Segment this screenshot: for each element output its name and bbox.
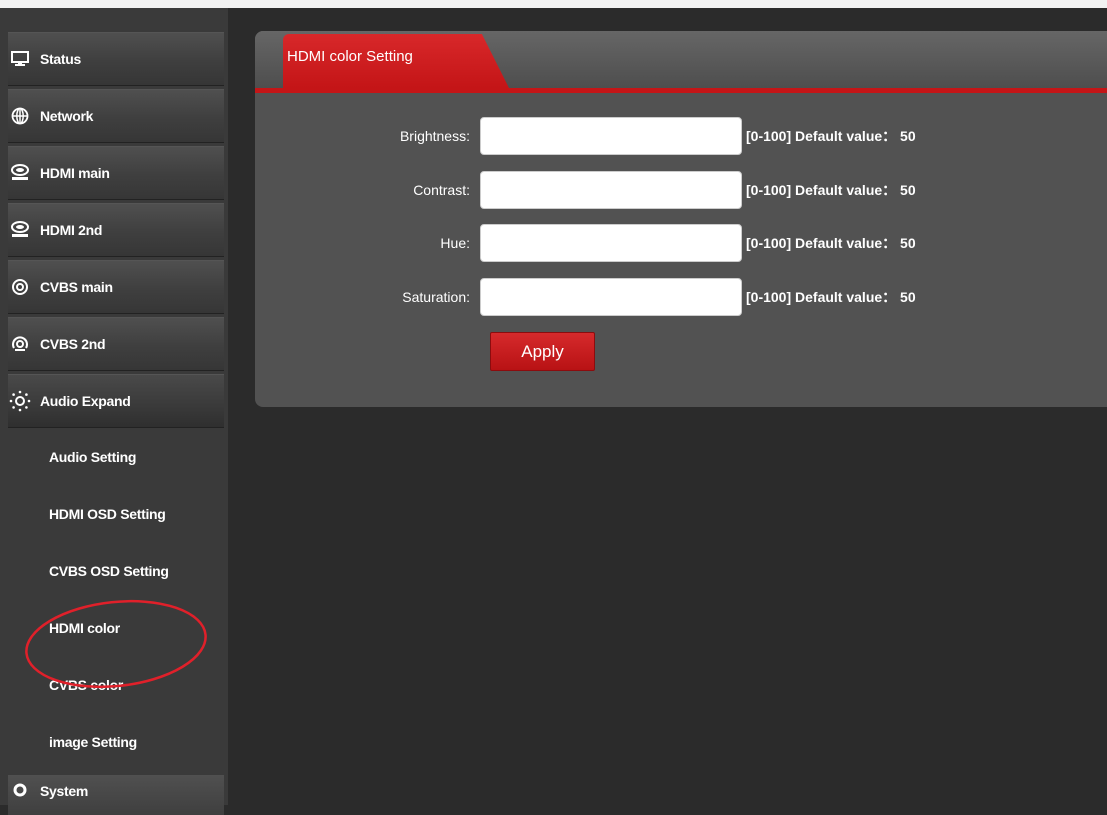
sidebar-item-label: CVBS 2nd xyxy=(40,335,106,352)
saturation-row: Saturation: [0-100] Default value： 50 xyxy=(255,277,1107,317)
saturation-input[interactable] xyxy=(480,278,742,316)
monitor-icon xyxy=(0,32,40,86)
sidebar-item-status[interactable]: Status xyxy=(8,32,224,86)
hdmi-color-panel: HDMI color Setting Brightness: [0-100] D… xyxy=(255,31,1107,407)
sidebar-item-label: HDMI 2nd xyxy=(40,221,103,238)
sidebar-item-label: Audio Expand xyxy=(40,392,131,409)
panel-header: HDMI color Setting xyxy=(255,31,1107,88)
brightness-row: Brightness: [0-100] Default value： 50 xyxy=(255,116,1107,156)
submenu-item-cvbs-osd-setting[interactable]: CVBS OSD Setting xyxy=(8,542,224,599)
submenu-item-cvbs-color[interactable]: CVBS color xyxy=(8,656,224,713)
contrast-input[interactable] xyxy=(480,171,742,209)
sidebar-item-audio-expand[interactable]: Audio Expand xyxy=(8,374,224,428)
hue-hint: [0-100] Default value： 50 xyxy=(746,235,916,251)
contrast-label: Contrast: xyxy=(413,182,470,198)
gear-icon xyxy=(0,775,40,805)
submenu-item-image-setting[interactable]: image Setting xyxy=(8,713,224,770)
sidebar-item-label: Status xyxy=(40,50,81,67)
top-bar xyxy=(0,0,1107,8)
hue-input[interactable] xyxy=(480,224,742,262)
hue-label: Hue: xyxy=(440,235,470,251)
panel-divider xyxy=(255,88,1107,93)
submenu-item-hdmi-color[interactable]: HDMI color xyxy=(8,599,224,656)
sidebar-item-label: Network xyxy=(40,107,94,124)
contrast-row: Contrast: [0-100] Default value： 50 xyxy=(255,170,1107,210)
brightness-input[interactable] xyxy=(480,117,742,155)
sidebar-item-cvbs-2nd[interactable]: CVBS 2nd xyxy=(8,317,224,371)
panel-title: HDMI color Setting xyxy=(287,48,413,65)
globe-icon xyxy=(0,89,40,143)
sidebar-item-system[interactable]: System xyxy=(8,775,224,815)
audio-submenu: Audio Setting HDMI OSD Setting CVBS OSD … xyxy=(8,428,224,770)
panel-title-tab: HDMI color Setting xyxy=(283,34,509,88)
hdmi-icon xyxy=(0,146,40,200)
contrast-hint: [0-100] Default value： 50 xyxy=(746,182,916,198)
sidebar-item-label: System xyxy=(40,783,89,799)
brightness-hint: [0-100] Default value： 50 xyxy=(746,128,916,144)
sidebar-item-label: CVBS main xyxy=(40,278,113,295)
sidebar-item-hdmi-main[interactable]: HDMI main xyxy=(8,146,224,200)
hdmi-icon xyxy=(0,203,40,257)
saturation-label: Saturation: xyxy=(402,289,470,305)
audio-icon xyxy=(0,374,40,428)
cvbs-icon xyxy=(0,260,40,314)
apply-button[interactable]: Apply xyxy=(490,332,595,371)
submenu-item-audio-setting[interactable]: Audio Setting xyxy=(8,428,224,485)
sidebar-item-cvbs-main[interactable]: CVBS main xyxy=(8,260,224,314)
cvbs-icon xyxy=(0,317,40,371)
hue-row: Hue: [0-100] Default value： 50 xyxy=(255,223,1107,263)
sidebar: Status Network HDMI main HDMI 2nd CVBS m… xyxy=(0,8,228,805)
sidebar-item-network[interactable]: Network xyxy=(8,89,224,143)
saturation-hint: [0-100] Default value： 50 xyxy=(746,289,916,305)
brightness-label: Brightness: xyxy=(399,128,470,144)
sidebar-item-label: HDMI main xyxy=(40,164,110,181)
sidebar-item-hdmi-2nd[interactable]: HDMI 2nd xyxy=(8,203,224,257)
submenu-item-hdmi-osd-setting[interactable]: HDMI OSD Setting xyxy=(8,485,224,542)
